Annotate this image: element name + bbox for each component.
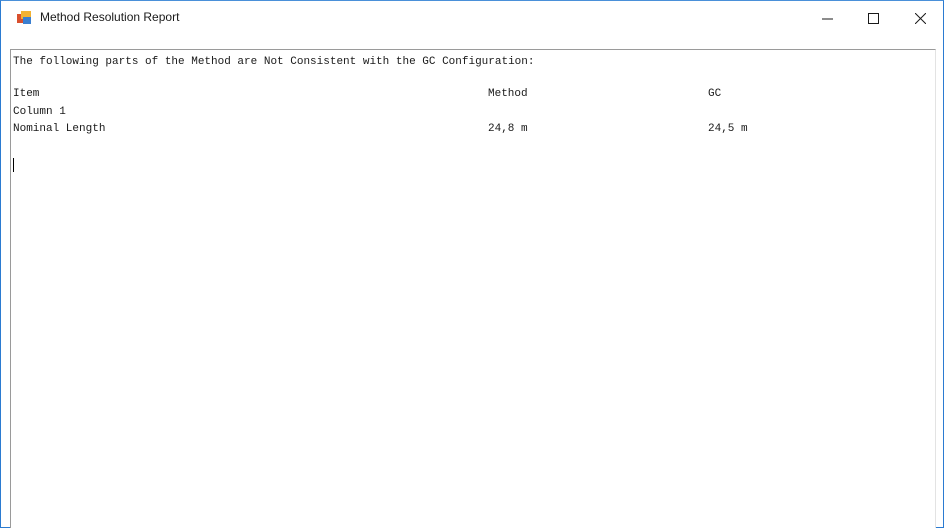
window-title: Method Resolution Report bbox=[40, 10, 180, 24]
app-icon bbox=[17, 11, 31, 24]
report-window: Method Resolution Report The following p… bbox=[0, 0, 944, 528]
close-button[interactable] bbox=[897, 1, 943, 35]
maximize-icon bbox=[867, 12, 879, 24]
header-gc: GC bbox=[708, 88, 722, 100]
row-item: Nominal Length bbox=[13, 123, 106, 135]
report-intro: The following parts of the Method are No… bbox=[13, 56, 535, 68]
minimize-icon bbox=[821, 18, 833, 19]
minimize-button[interactable] bbox=[804, 1, 850, 35]
header-method: Method bbox=[488, 88, 528, 100]
row-gc-value: 24,5 m bbox=[708, 123, 748, 135]
report-textbox[interactable]: The following parts of the Method are No… bbox=[10, 49, 936, 528]
text-caret bbox=[13, 158, 14, 172]
maximize-button[interactable] bbox=[850, 1, 896, 35]
row-method-value: 24,8 m bbox=[488, 123, 528, 135]
close-icon bbox=[914, 12, 926, 24]
row-item: Column 1 bbox=[13, 106, 66, 118]
title-bar[interactable]: Method Resolution Report bbox=[1, 1, 943, 35]
header-item: Item bbox=[13, 88, 40, 100]
